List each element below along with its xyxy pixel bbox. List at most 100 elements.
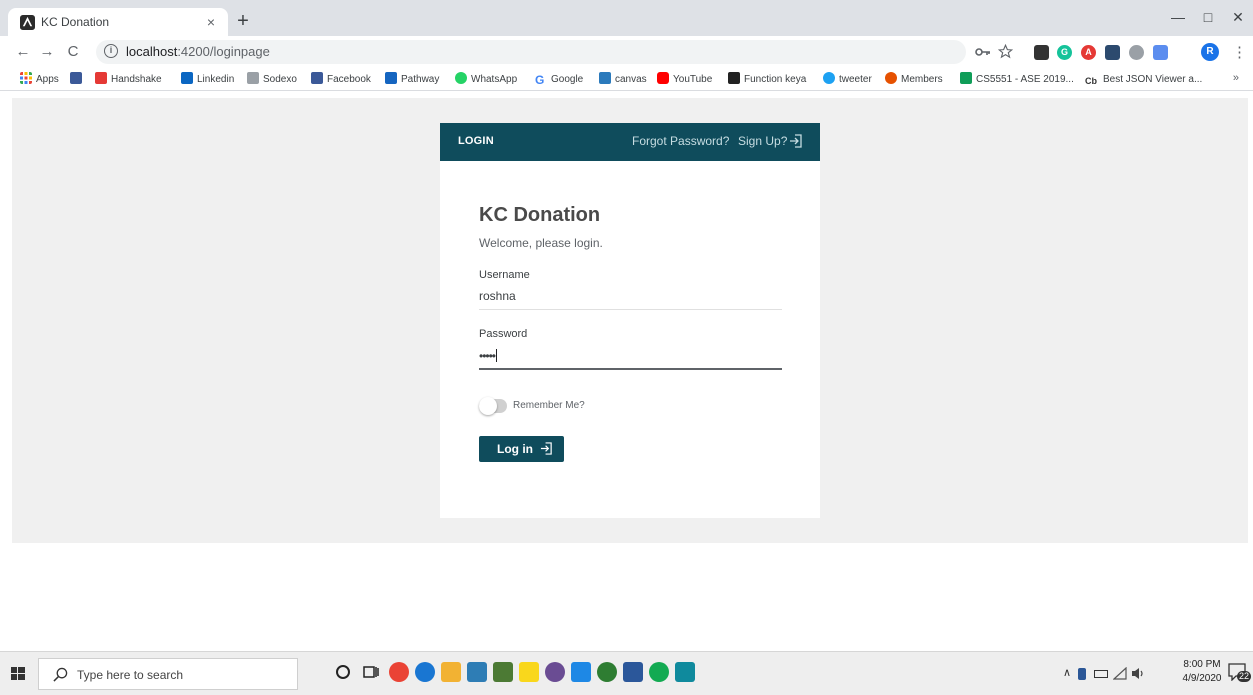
battery-icon[interactable] [1094,670,1108,678]
whatsapp-icon [455,72,467,84]
wifi-icon[interactable] [1113,667,1127,680]
tab-title: KC Donation [41,15,110,29]
key-icon[interactable] [975,46,991,58]
linkedin-icon [181,72,193,84]
handshake-icon [95,72,107,84]
sticky-notes-icon[interactable] [519,662,539,682]
bookmark-linkedin[interactable]: Linkedin [181,72,234,88]
app-icon[interactable] [597,662,617,682]
browser-tab-strip: KC Donation × + — □ ✕ [0,0,1253,36]
browser-menu-icon[interactable]: ⋮ [1232,43,1247,61]
tray-overflow-icon[interactable]: ∧ [1063,666,1071,679]
members-icon [885,72,897,84]
bookmark-facebook-icon[interactable] [70,72,86,88]
minimize-button[interactable]: — [1163,4,1193,30]
password-underline [479,368,782,370]
remember-me-toggle-knob[interactable] [479,397,497,415]
bookmark-youtube[interactable]: YouTube [657,72,712,88]
bookmark-canvas[interactable]: canvas [599,72,647,88]
search-icon [53,667,68,682]
volume-icon[interactable] [1131,667,1145,680]
username-label: Username [479,269,530,281]
sign-up-link[interactable]: Sign Up? [738,134,787,148]
outlook-icon[interactable] [467,662,487,682]
notification-center-button[interactable]: 22 [1228,663,1252,682]
extension-icon[interactable] [1129,45,1144,60]
bookmark-members[interactable]: Members [885,72,943,88]
remember-me-label: Remember Me? [513,400,585,411]
windows-start-icon[interactable] [0,652,36,695]
facebook-icon [311,72,323,84]
login-header-title: LOGIN [458,135,494,147]
maximize-button[interactable]: □ [1193,4,1223,30]
text-cursor [496,349,498,362]
bookmark-tweeter[interactable]: tweeter [823,72,872,88]
bookmark-sodexo[interactable]: Sodexo [247,72,297,88]
bookmark-google[interactable]: G Google [535,72,583,88]
bookmarks-overflow-icon[interactable]: » [1233,72,1239,84]
sign-in-icon[interactable] [789,134,803,148]
taskbar-search[interactable]: Type here to search [38,658,298,690]
google-icon: G [535,73,545,87]
webstorm-icon[interactable] [675,662,695,682]
username-input[interactable] [479,285,782,307]
bookmark-apps[interactable]: Apps [20,72,59,88]
bookmark-facebook[interactable]: Facebook [311,72,371,88]
file-icon[interactable] [571,662,591,682]
chrome-icon[interactable] [389,662,409,682]
bookmark-pathway[interactable]: Pathway [385,72,439,88]
adblock-icon[interactable]: A [1081,45,1096,60]
apps-grid-icon [20,72,32,84]
grammarly-icon[interactable]: G [1057,45,1072,60]
site-info-icon[interactable]: i [104,44,118,58]
extension-icon[interactable] [1034,45,1049,60]
bookmark-cs5551[interactable]: CS5551 - ASE 2019... [960,72,1074,88]
system-clock[interactable]: 8:00 PM 4/9/2020 [1180,658,1224,686]
tray-app-icon[interactable] [1078,668,1086,680]
task-view-icon[interactable] [361,662,381,682]
username-underline [479,309,782,310]
clock-date: 4/9/2020 [1182,673,1222,684]
google-drive-icon [960,72,972,84]
mongodb-icon[interactable] [649,662,669,682]
reload-button[interactable]: C [62,41,84,63]
back-button[interactable]: ← [12,41,34,63]
address-bar[interactable]: i localhost:4200/loginpage [96,40,966,64]
login-button[interactable]: Log in [479,436,564,462]
browser-toolbar: ← → C i localhost:4200/loginpage G A R ⋮ [0,36,1253,68]
profile-avatar[interactable]: R [1201,43,1219,61]
app-icon[interactable] [493,662,513,682]
password-input[interactable]: ••••• [479,345,782,367]
sign-in-icon [540,442,552,455]
function-keys-icon [728,72,740,84]
new-tab-button[interactable]: + [233,11,253,32]
password-label: Password [479,328,528,340]
desktop-screen: KC Donation × + — □ ✕ ← → C i localhost:… [0,0,1253,695]
bookmark-handshake[interactable]: Handshake [95,72,162,88]
edge-icon[interactable] [415,662,435,682]
angular-favicon-icon [20,15,35,30]
extension-icon[interactable] [1105,45,1120,60]
pathway-icon [385,72,397,84]
forward-button[interactable]: → [36,41,58,63]
screenshot-icon[interactable] [1153,45,1168,60]
login-card-header: LOGIN Forgot Password? Sign Up? [440,123,820,161]
app-icon[interactable] [545,662,565,682]
url-text: localhost:4200/loginpage [126,44,270,59]
forgot-password-link[interactable]: Forgot Password? [632,134,729,148]
browser-tab[interactable]: KC Donation × [8,8,228,36]
bookmark-function-keya[interactable]: Function keya [728,72,806,88]
bookmark-json-viewer[interactable]: Cb Best JSON Viewer a... [1085,72,1202,88]
search-placeholder: Type here to search [77,668,184,682]
bookmark-whatsapp[interactable]: WhatsApp [455,72,517,88]
json-viewer-icon: Cb [1085,76,1097,86]
welcome-text: Welcome, please login. [479,236,603,250]
close-window-button[interactable]: ✕ [1223,4,1253,30]
page-icon [247,72,259,84]
bookmark-star-icon[interactable] [998,44,1013,59]
tab-close-icon[interactable]: × [202,13,220,31]
word-icon[interactable] [623,662,643,682]
file-explorer-icon[interactable] [441,662,461,682]
cortana-icon[interactable] [333,662,353,682]
app-title: KC Donation [479,204,601,226]
